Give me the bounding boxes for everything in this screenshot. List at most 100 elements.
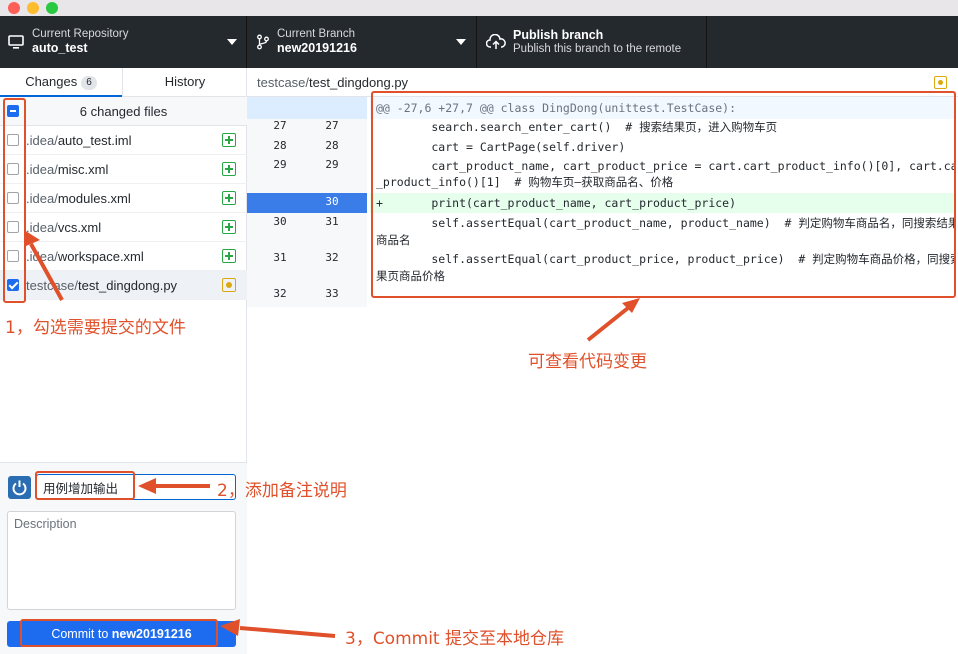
file-row[interactable]: .idea/modules.xml: [0, 184, 247, 213]
file-name: testcase/test_dingdong.py: [26, 278, 177, 293]
old-line-number: 27: [273, 119, 287, 132]
line-number-gutter: 27 27 28 28 29 29 30 30 31 31 32 32 33: [247, 97, 367, 307]
file-name: .idea/workspace.xml: [26, 249, 144, 264]
file-checkbox[interactable]: [7, 134, 19, 146]
diff-added-line[interactable]: + print(cart_product_name, cart_product_…: [370, 193, 955, 213]
branch-label: Current Branch: [277, 28, 355, 40]
file-dir: .idea/: [26, 191, 58, 206]
file-checkbox[interactable]: [7, 250, 19, 262]
file-basename: workspace.xml: [57, 249, 144, 264]
file-checkbox[interactable]: [7, 163, 19, 175]
file-row[interactable]: .idea/vcs.xml: [0, 213, 247, 242]
diff-file-path: testcase/test_dingdong.py: [257, 75, 408, 90]
added-file-icon: [222, 191, 236, 205]
file-checkbox[interactable]: [7, 279, 19, 291]
modified-file-icon: [934, 76, 947, 89]
modified-file-icon: [222, 278, 236, 292]
file-checkbox[interactable]: [7, 221, 19, 233]
commit-summary-input[interactable]: [36, 474, 236, 500]
file-name: .idea/misc.xml: [26, 162, 108, 177]
tab-changes[interactable]: Changes 6: [0, 68, 122, 97]
old-line-number: 31: [273, 251, 287, 264]
tab-history-label: History: [164, 74, 206, 89]
diff-line[interactable]: search.search_enter_cart() # 搜索结果页，进入购物车…: [370, 119, 955, 136]
annotation-view-changes: 可查看代码变更: [528, 352, 647, 372]
close-window-button[interactable]: [8, 2, 20, 14]
changed-files-count: 6 changed files: [79, 104, 168, 119]
annotation-step2: 2，添加备注说明: [217, 481, 347, 501]
cloud-upload-icon: [486, 34, 506, 49]
file-basename: test_dingdong.py: [78, 278, 178, 293]
diff-code: @@ -27,6 +27,7 @@ class DingDong(unittes…: [370, 97, 955, 305]
diff-line-wrap: _product_info()[1] # 购物车页—获取商品名、价格: [376, 175, 674, 189]
file-dir: .idea/: [26, 133, 58, 148]
new-line-number: 28: [325, 139, 339, 152]
old-line-number: 28: [273, 139, 287, 152]
file-basename: misc.xml: [57, 162, 109, 177]
toolbar: Current Repository auto_test Current Bra…: [0, 16, 958, 68]
branch-icon: [257, 34, 269, 50]
file-name: .idea/auto_test.iml: [26, 133, 132, 148]
file-basename: auto_test.iml: [57, 133, 132, 148]
changed-files-header: 6 changed files: [0, 97, 247, 126]
current-repository-dropdown[interactable]: Current Repository auto_test: [0, 16, 247, 68]
added-file-icon: [222, 249, 236, 263]
tab-history[interactable]: History: [122, 68, 247, 97]
chevron-down-icon: [456, 39, 466, 45]
diff-file-dir: testcase/: [257, 75, 310, 90]
file-name: .idea/vcs.xml: [26, 220, 101, 235]
publish-title: Publish branch: [513, 28, 604, 42]
file-dir: .idea/: [26, 162, 58, 177]
power-icon: [12, 480, 27, 496]
new-line-number: 31: [325, 215, 339, 228]
new-line-number: 30: [325, 195, 339, 208]
commit-area: Commit to new20191216: [0, 462, 247, 654]
file-basename: vcs.xml: [57, 220, 102, 235]
file-dir: .idea/: [26, 249, 58, 264]
commit-button-branch: new20191216: [111, 627, 192, 641]
hunk-gutter[interactable]: [247, 97, 367, 119]
commit-button-label: Commit to: [51, 627, 112, 641]
diff-line[interactable]: cart_product_name, cart_product_price = …: [370, 158, 955, 175]
added-file-icon: [222, 162, 236, 176]
file-basename: modules.xml: [57, 191, 131, 206]
commit-button[interactable]: Commit to new20191216: [7, 621, 236, 647]
new-line-number: 32: [325, 251, 339, 264]
annotation-step3: 3，Commit 提交至本地仓库: [345, 629, 564, 649]
file-row[interactable]: .idea/misc.xml: [0, 155, 247, 184]
commit-description-input[interactable]: [7, 511, 236, 610]
new-line-number: 29: [325, 158, 339, 171]
diff-line[interactable]: self.assertEqual(cart_product_price, pro…: [370, 251, 955, 268]
file-row[interactable]: .idea/auto_test.iml: [0, 126, 247, 155]
diff-hunk-header[interactable]: @@ -27,6 +27,7 @@ class DingDong(unittes…: [370, 97, 955, 119]
zoom-window-button[interactable]: [46, 2, 58, 14]
diff-line[interactable]: cart = CartPage(self.driver): [370, 139, 955, 156]
file-checkbox[interactable]: [7, 192, 19, 204]
diff-line-wrap: 果页商品价格: [376, 269, 445, 283]
old-line-number: 32: [273, 287, 287, 300]
file-row[interactable]: .idea/workspace.xml: [0, 242, 247, 271]
annotation-step1: 1，勾选需要提交的文件: [5, 318, 186, 338]
publish-subtitle: Publish this branch to the remote: [513, 43, 682, 55]
minimize-window-button[interactable]: [27, 2, 39, 14]
avatar: [8, 476, 31, 499]
monitor-icon: [8, 35, 24, 49]
file-name: .idea/modules.xml: [26, 191, 131, 206]
new-line-number: 33: [325, 287, 339, 300]
diff-header: testcase/test_dingdong.py: [247, 68, 958, 97]
diff-line[interactable]: self.assertEqual(cart_product_name, prod…: [370, 215, 955, 232]
sidebar: Changes 6 History 6 changed files .idea/a…: [0, 68, 247, 654]
file-dir: .idea/: [26, 220, 58, 235]
old-line-number: 30: [273, 215, 287, 228]
chevron-down-icon: [227, 39, 237, 45]
new-line-number: 27: [325, 119, 339, 132]
tab-changes-label: Changes: [25, 74, 78, 89]
added-file-icon: [222, 220, 236, 234]
current-branch-dropdown[interactable]: Current Branch new20191216: [247, 16, 477, 68]
publish-branch-button[interactable]: Publish branch Publish this branch to th…: [477, 16, 707, 68]
added-file-icon: [222, 133, 236, 147]
diff-line-wrap: 商品名: [376, 233, 411, 247]
branch-name: new20191216: [277, 41, 357, 55]
window-titlebar: [0, 0, 958, 16]
file-row[interactable]: testcase/test_dingdong.py: [0, 271, 247, 300]
